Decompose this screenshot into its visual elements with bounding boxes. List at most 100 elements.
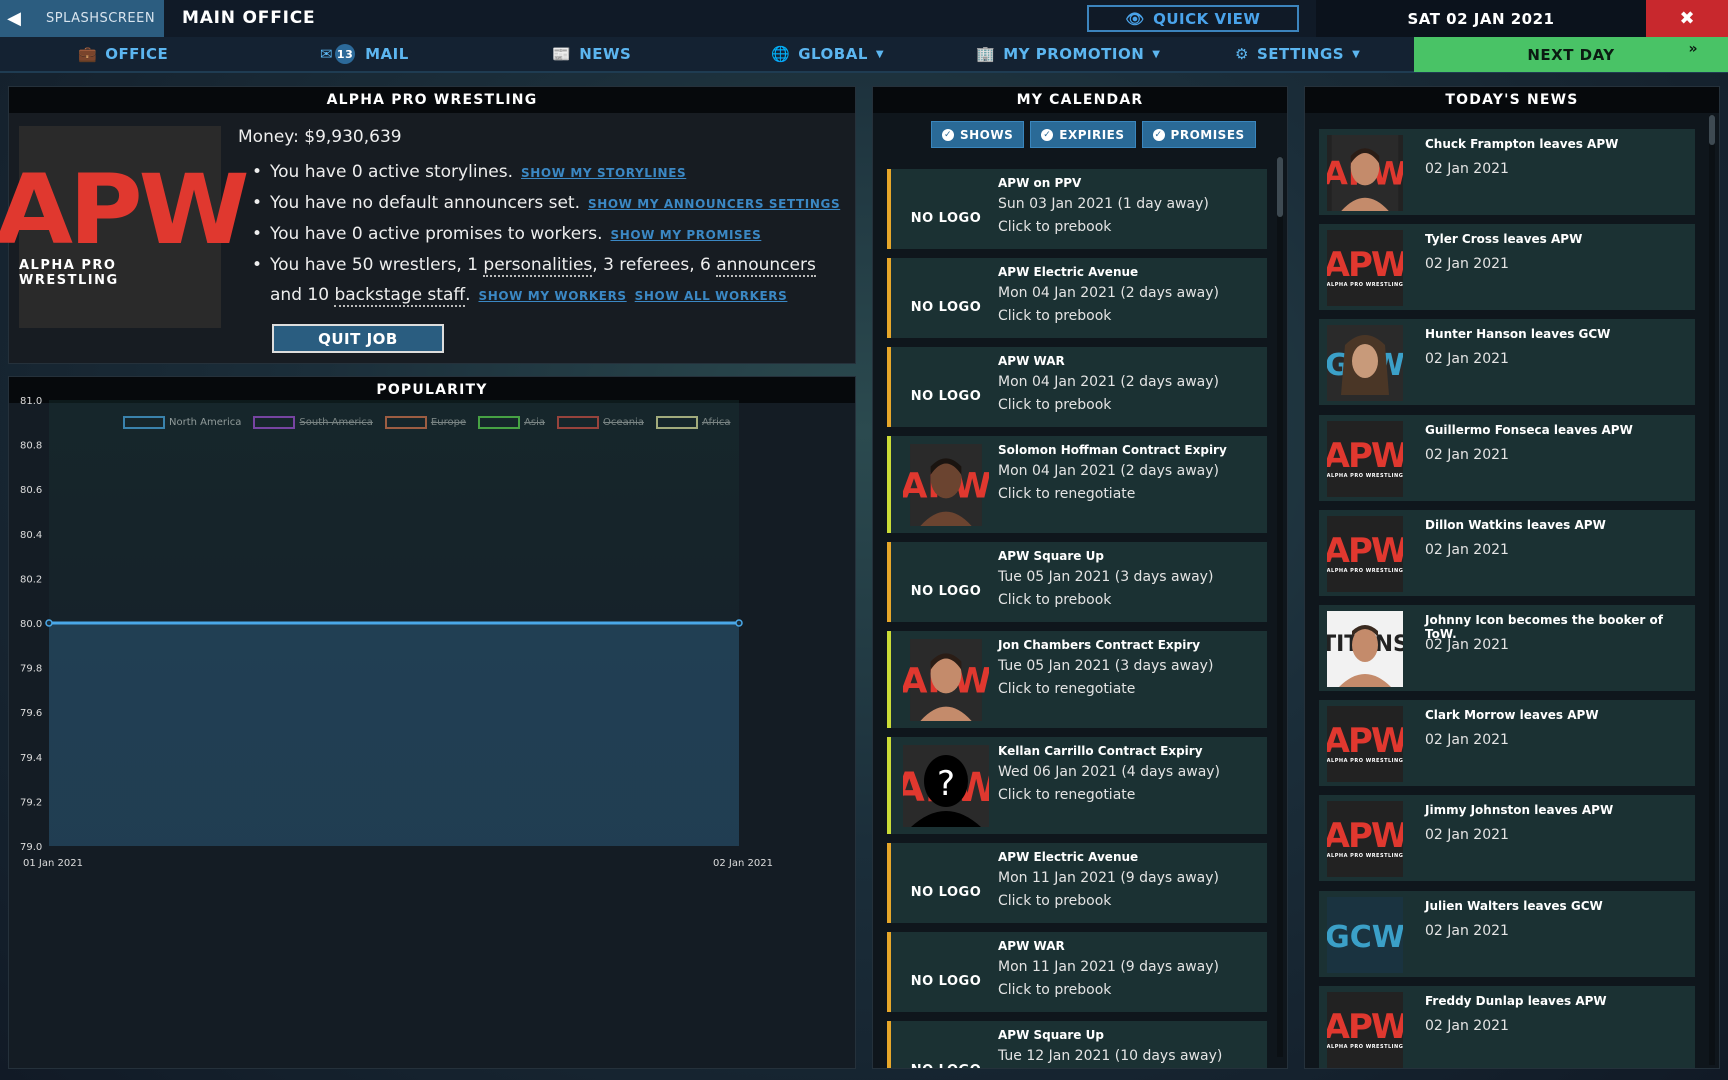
news-date: 02 Jan 2021 bbox=[1425, 922, 1509, 939]
calendar-item-date: Mon 11 Jan 2021 (9 days away) bbox=[998, 870, 1220, 886]
next-day-label: NEXT DAY bbox=[1527, 45, 1615, 64]
news-title: Hunter Hanson leaves GCW bbox=[1425, 327, 1611, 342]
calendar-scroll-thumb[interactable] bbox=[1277, 157, 1283, 217]
calendar-item-date: Tue 05 Jan 2021 (3 days away) bbox=[998, 569, 1214, 585]
no-logo-label: NO LOGO bbox=[911, 1063, 982, 1069]
calendar-item-action[interactable]: Click to prebook bbox=[998, 308, 1219, 324]
personalities-term[interactable]: personalities bbox=[483, 255, 593, 277]
calendar-item[interactable]: NO LOGO APW on PPV Sun 03 Jan 2021 (1 day … bbox=[887, 169, 1267, 249]
calendar-item-action[interactable]: Click to prebook bbox=[998, 397, 1219, 413]
news-item[interactable]: APW ALPHA PRO WRESTLING Tyler Cross leaves… bbox=[1319, 224, 1695, 311]
nav-settings[interactable]: ⚙ SETTINGS ▼ bbox=[1235, 37, 1360, 71]
calendar-scrollbar[interactable] bbox=[1277, 157, 1283, 1057]
y-tick-label: 80.2 bbox=[20, 574, 42, 585]
back-splashscreen-button[interactable]: ◀ SPLASHSCREEN bbox=[0, 0, 164, 37]
calendar-item[interactable]: NO LOGO APW Square Up Tue 05 Jan 2021 (3 d… bbox=[887, 542, 1267, 622]
filter-shows[interactable]: ✓ SHOWS bbox=[931, 121, 1025, 148]
calendar-item-title: APW Electric Avenue bbox=[998, 265, 1139, 279]
calendar-panel: MY CALENDAR ✓ SHOWS ✓ EXPIRIES ✓ PROMISES N… bbox=[872, 86, 1288, 1069]
y-tick-label: 79.4 bbox=[20, 753, 42, 764]
close-button[interactable]: ✖ bbox=[1646, 0, 1728, 37]
worker-thumbnail: APW bbox=[903, 639, 989, 721]
nav-news[interactable]: 📰 NEWS bbox=[552, 37, 631, 71]
news-title: Chuck Frampton leaves APW bbox=[1425, 137, 1619, 151]
news-item[interactable]: APW Chuck Frampton leaves APW 02 Jan 2021 bbox=[1319, 129, 1695, 215]
filter-promises[interactable]: ✓ PROMISES bbox=[1141, 121, 1256, 148]
calendar-item[interactable]: NO LOGO APW Square Up Tue 12 Jan 2021 (10 … bbox=[887, 1021, 1267, 1069]
filter-shows-label: SHOWS bbox=[960, 127, 1014, 142]
wrestler-portrait: APW bbox=[903, 444, 989, 526]
caret-down-icon: ▼ bbox=[1152, 48, 1161, 60]
calendar-item[interactable]: APW Jon Chambers Contract Expiry Tue 05 Ja… bbox=[887, 631, 1267, 728]
news-scrollbar[interactable] bbox=[1709, 115, 1715, 1065]
news-item[interactable]: APW ALPHA PRO WRESTLING Clark Morrow leave… bbox=[1319, 700, 1695, 787]
quick-view-button[interactable]: 👁 QUICK VIEW bbox=[1087, 5, 1299, 32]
filter-promises-label: PROMISES bbox=[1170, 127, 1245, 142]
calendar-item[interactable]: NO LOGO APW WAR Mon 04 Jan 2021 (2 days aw… bbox=[887, 347, 1267, 427]
show-all-workers-link[interactable]: SHOW ALL WORKERS bbox=[635, 289, 788, 303]
news-title: Dillon Watkins leaves APW bbox=[1425, 517, 1606, 532]
calendar-item-action[interactable]: Click to prebook bbox=[998, 982, 1219, 998]
calendar-item[interactable]: NO LOGO APW Electric Avenue Mon 11 Jan 202… bbox=[887, 843, 1267, 923]
fact-workers: You have 50 wrestlers, 1 personalities, … bbox=[252, 250, 852, 311]
nav-my-promotion[interactable]: 🏢 MY PROMOTION ▼ bbox=[976, 37, 1161, 71]
calendar-item-date: Mon 11 Jan 2021 (9 days away) bbox=[998, 959, 1220, 975]
news-item[interactable]: APW ALPHA PRO WRESTLING Freddy Dunlap leav… bbox=[1319, 985, 1695, 1068]
calendar-item[interactable]: APW? Kellan Carrillo Contract Expiry Wed 0… bbox=[887, 737, 1267, 834]
calendar-item-text: Jon Chambers Contract Expiry Tue 05 Jan 2… bbox=[998, 638, 1213, 697]
fact-storylines: You have 0 active storylines. SHOW MY STO… bbox=[252, 157, 852, 188]
apw-logo: APW ALPHA PRO WRESTLING bbox=[1327, 245, 1403, 289]
news-date: 02 Jan 2021 bbox=[1425, 446, 1509, 463]
data-point[interactable] bbox=[735, 619, 743, 627]
briefcase-icon: 💼 bbox=[78, 45, 98, 63]
news-item[interactable]: GCW Hunter Hanson leaves GCW 02 Jan 2021 bbox=[1319, 319, 1695, 406]
x-tick-label: 02 Jan 2021 bbox=[713, 858, 773, 869]
news-item[interactable]: TITANSJohnny Icon becomes the booker of … bbox=[1319, 604, 1695, 691]
news-title: Freddy Dunlap leaves APW bbox=[1425, 993, 1607, 1008]
news-scroll-thumb[interactable] bbox=[1709, 115, 1715, 145]
calendar-item-action[interactable]: Click to renegotiate bbox=[998, 486, 1227, 502]
data-point[interactable] bbox=[45, 619, 53, 627]
calendar-header: MY CALENDAR bbox=[873, 87, 1287, 113]
backstage-staff-term[interactable]: backstage staff bbox=[334, 285, 466, 307]
page-title: MAIN OFFICE bbox=[182, 8, 316, 28]
news-thumbnail: APW ALPHA PRO WRESTLING bbox=[1327, 515, 1403, 592]
show-my-workers-link[interactable]: SHOW MY WORKERS bbox=[479, 289, 627, 303]
y-tick-label: 79.8 bbox=[20, 664, 42, 675]
calendar-item-action[interactable]: Click to prebook bbox=[998, 219, 1209, 235]
news-thumbnail: TITANS bbox=[1327, 610, 1403, 687]
next-day-button[interactable]: NEXT DAY » bbox=[1414, 37, 1728, 72]
show-logo-placeholder: NO LOGO bbox=[903, 1029, 989, 1069]
show-promises-link[interactable]: SHOW MY PROMISES bbox=[611, 228, 762, 242]
calendar-item[interactable]: APW Solomon Hoffman Contract Expiry Mon 04… bbox=[887, 436, 1267, 533]
workers-text-b: , 3 referees, 6 bbox=[592, 255, 717, 275]
calendar-item-text: APW WAR Mon 11 Jan 2021 (9 days away) Clic… bbox=[998, 939, 1219, 998]
svg-text:?: ? bbox=[937, 764, 955, 804]
nav-mail[interactable]: ✉ 13 MAIL bbox=[320, 37, 409, 71]
filter-expiries[interactable]: ✓ EXPIRIES bbox=[1030, 121, 1136, 148]
check-icon: ✓ bbox=[942, 128, 954, 141]
news-item[interactable]: APW ALPHA PRO WRESTLING Dillon Watkins lea… bbox=[1319, 509, 1695, 596]
calendar-item-action[interactable]: Click to renegotiate bbox=[998, 681, 1213, 697]
back-label: SPLASHSCREEN bbox=[46, 11, 156, 26]
nav-global[interactable]: 🌐 GLOBAL ▼ bbox=[771, 37, 884, 71]
news-item[interactable]: GCW Julien Walters leaves GCW 02 Jan 2021 bbox=[1319, 890, 1695, 977]
calendar-item[interactable]: NO LOGO APW Electric Avenue Mon 04 Jan 202… bbox=[887, 258, 1267, 338]
svg-text:GCW: GCW bbox=[1327, 920, 1403, 955]
nav-global-label: GLOBAL bbox=[798, 45, 868, 63]
show-storylines-link[interactable]: SHOW MY STORYLINES bbox=[521, 166, 686, 180]
workers-text-c: and 10 bbox=[270, 285, 335, 305]
calendar-item[interactable]: NO LOGO APW WAR Mon 11 Jan 2021 (9 days aw… bbox=[887, 932, 1267, 1012]
promotion-header: ALPHA PRO WRESTLING bbox=[9, 87, 855, 113]
eye-icon: 👁 bbox=[1125, 9, 1146, 28]
calendar-item-action[interactable]: Click to prebook bbox=[998, 592, 1213, 608]
calendar-item-action[interactable]: Click to renegotiate bbox=[998, 787, 1220, 803]
promotion-facts: You have 0 active storylines. SHOW MY STO… bbox=[252, 157, 852, 311]
nav-office[interactable]: 💼 OFFICE bbox=[78, 37, 168, 71]
calendar-item-action[interactable]: Click to prebook bbox=[998, 893, 1219, 909]
news-item[interactable]: APW ALPHA PRO WRESTLING Jimmy Johnston lea… bbox=[1319, 795, 1695, 882]
quit-job-button[interactable]: QUIT JOB bbox=[272, 324, 444, 353]
show-announcers-settings-link[interactable]: SHOW MY ANNOUNCERS SETTINGS bbox=[588, 197, 840, 211]
announcers-term[interactable]: announcers bbox=[716, 255, 816, 277]
news-item[interactable]: APW ALPHA PRO WRESTLING Guillermo Fonseca … bbox=[1319, 414, 1695, 501]
